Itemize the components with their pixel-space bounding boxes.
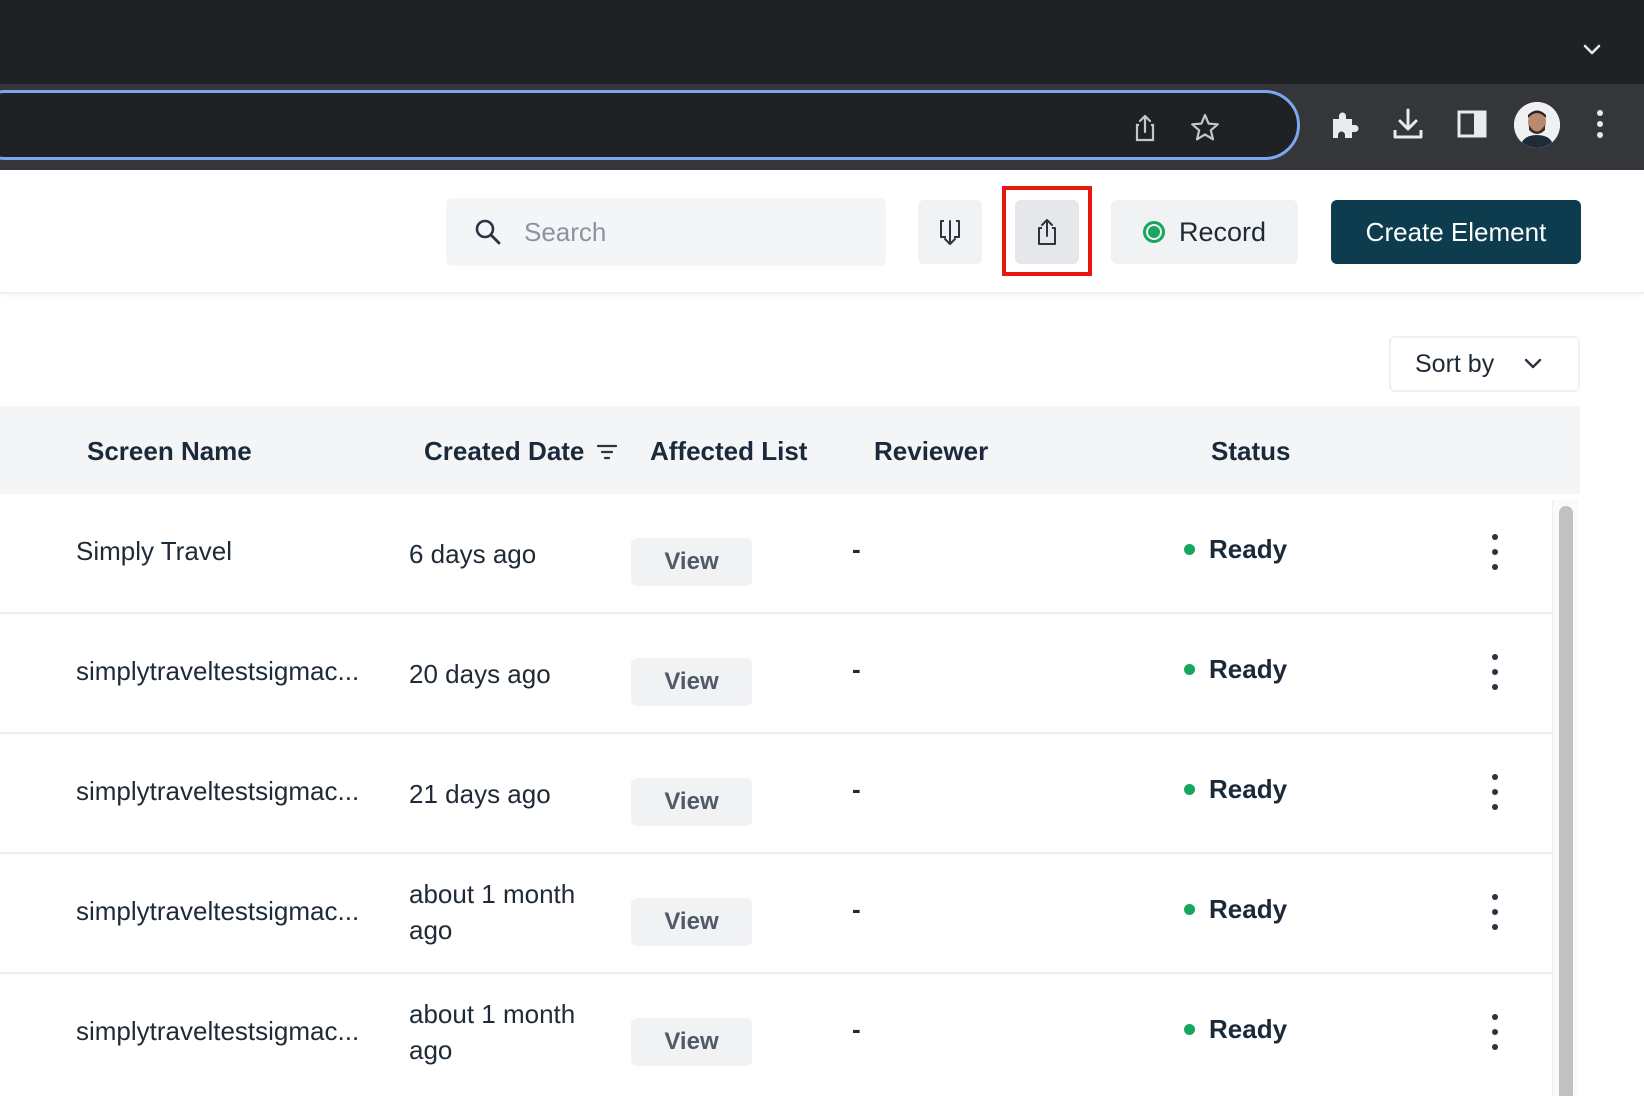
view-affected-list-button[interactable]: View [631, 898, 752, 946]
status-dot-icon [1184, 904, 1195, 915]
highlight-box [1002, 186, 1092, 276]
status-badge: Ready [1184, 534, 1287, 565]
reviewer: - [852, 1014, 861, 1044]
profile-picture-icon [1514, 102, 1560, 148]
reviewer: - [852, 534, 861, 564]
scrollbar-thumb[interactable] [1559, 506, 1573, 1096]
import-icon [940, 220, 960, 245]
row-more-icon[interactable] [1480, 1010, 1510, 1054]
screen-name[interactable]: simplytraveltestsigmac... [76, 1016, 376, 1047]
table-row[interactable]: simplytraveltestsigmac... about 1 month … [0, 854, 1552, 974]
table-row[interactable]: simplytraveltestsigmac... about 1 month … [0, 974, 1552, 1094]
chevron-down-icon [1525, 358, 1542, 369]
star-icon[interactable] [1188, 111, 1222, 145]
sort-by-dropdown[interactable]: Sort by [1389, 336, 1580, 392]
share-icon[interactable] [1128, 111, 1162, 145]
reviewer: - [852, 654, 861, 684]
status-dot-icon [1184, 784, 1195, 795]
view-affected-list-button[interactable]: View [631, 538, 752, 586]
status-dot-icon [1184, 1024, 1195, 1035]
reviewer: - [852, 894, 861, 924]
created-date: about 1 month ago [409, 879, 576, 945]
screen-name[interactable]: Simply Travel [76, 536, 376, 567]
create-element-button[interactable]: Create Element [1331, 200, 1581, 264]
side-panel-icon[interactable] [1452, 104, 1492, 144]
record-button[interactable]: Record [1111, 200, 1298, 264]
screen-name[interactable]: simplytraveltestsigmac... [76, 896, 376, 927]
extensions-icon[interactable] [1324, 104, 1364, 144]
status-label: Ready [1209, 1014, 1288, 1044]
browser-tab-strip [0, 0, 1644, 84]
app-toolbar: Record Create Element [0, 170, 1644, 294]
screen-name[interactable]: simplytraveltestsigmac... [76, 656, 376, 687]
import-button[interactable] [918, 200, 982, 264]
table-body: Simply Travel 6 days ago View - Ready si… [0, 494, 1552, 1096]
screen-name[interactable]: simplytraveltestsigmac... [76, 776, 376, 807]
status-label: Ready [1209, 774, 1288, 804]
sort-by-label: Sort by [1415, 349, 1495, 378]
record-icon [1142, 221, 1165, 243]
row-more-icon[interactable] [1480, 530, 1510, 574]
view-affected-list-button[interactable]: View [631, 1018, 752, 1066]
search-input[interactable] [524, 216, 864, 248]
search-box[interactable] [446, 198, 886, 266]
status-label: Ready [1209, 654, 1288, 684]
table-row[interactable]: simplytraveltestsigmac... 20 days ago Vi… [0, 614, 1552, 734]
filter-icon[interactable] [596, 442, 618, 462]
row-more-icon[interactable] [1480, 650, 1510, 694]
created-date: 6 days ago [409, 539, 537, 569]
reviewer: - [852, 774, 861, 804]
create-element-label: Create Element [1365, 216, 1547, 247]
address-bar[interactable] [0, 90, 1300, 160]
column-header-status[interactable]: Status [1211, 436, 1290, 467]
search-icon [475, 219, 501, 245]
status-label: Ready [1209, 894, 1288, 924]
row-more-icon[interactable] [1480, 770, 1510, 814]
record-button-label: Record [1178, 216, 1267, 247]
status-badge: Ready [1184, 1014, 1287, 1045]
created-date: about 1 month ago [409, 999, 576, 1065]
scrollbar[interactable] [1552, 500, 1578, 1096]
download-icon[interactable] [1388, 104, 1428, 144]
status-dot-icon [1184, 664, 1195, 675]
created-date: 21 days ago [409, 779, 551, 809]
status-badge: Ready [1184, 774, 1287, 805]
browser-toolbar [0, 84, 1644, 170]
column-header-screen-name[interactable]: Screen Name [87, 436, 252, 467]
column-header-created-date[interactable]: Created Date [424, 436, 618, 467]
column-header-reviewer[interactable]: Reviewer [874, 436, 988, 467]
column-header-affected-list[interactable]: Affected List [650, 436, 807, 467]
avatar[interactable] [1514, 102, 1560, 148]
more-vert-icon[interactable] [1580, 104, 1620, 144]
chevron-down-icon[interactable] [1580, 38, 1604, 62]
status-badge: Ready [1184, 894, 1287, 925]
view-affected-list-button[interactable]: View [631, 778, 752, 826]
status-badge: Ready [1184, 654, 1287, 685]
table-header: Screen Name Created Date Affected List R… [0, 406, 1580, 494]
status-dot-icon [1184, 544, 1195, 555]
table-row[interactable]: simplytraveltestsigmac... 21 days ago Vi… [0, 734, 1552, 854]
table-row[interactable]: Simply Travel 6 days ago View - Ready [0, 494, 1552, 614]
status-label: Ready [1209, 534, 1288, 564]
view-affected-list-button[interactable]: View [631, 658, 752, 706]
created-date: 20 days ago [409, 659, 551, 689]
row-more-icon[interactable] [1480, 890, 1510, 934]
